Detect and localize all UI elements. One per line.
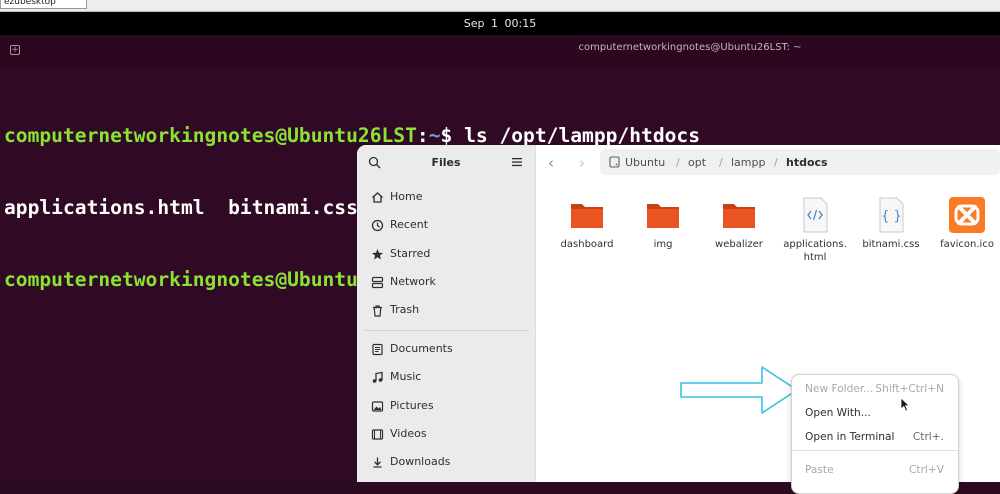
files-title: Files (431, 156, 461, 169)
file-item-label: bitnami.css (862, 239, 920, 250)
menu-item-open-in-terminal[interactable]: Open in Terminal Ctrl+. (792, 426, 958, 450)
path-segment-htdocs[interactable]: htdocs (786, 156, 828, 169)
sidebar-item-label: Network (390, 275, 436, 288)
sidebar-item-label: Documents (390, 342, 453, 355)
path-separator: / (676, 156, 680, 169)
sidebar-header: Files (357, 145, 535, 179)
menu-item-shortcut: Shift+Ctrl+N (875, 383, 944, 395)
folder-icon (647, 204, 679, 228)
host-window-strip: ezubesktop (0, 0, 1000, 12)
path-segment-ubuntu[interactable]: Ubuntu (625, 156, 665, 169)
sidebar-item-documents[interactable]: Documents (363, 336, 529, 363)
sidebar-item-home[interactable]: Home (363, 184, 529, 211)
sidebar-item-label: Trash (390, 303, 420, 316)
drive-icon (609, 156, 620, 168)
sidebar-item-downloads[interactable]: Downloads (363, 449, 529, 476)
mouse-pointer-icon (900, 397, 910, 412)
host-tab[interactable]: ezubesktop (0, 0, 87, 9)
menu-item-shortcut: Ctrl+V (909, 464, 944, 476)
file-item-label: favicon.ico (940, 239, 994, 250)
prompt-separator: : (416, 124, 429, 147)
pictures-icon (371, 401, 384, 412)
css-file-icon: { } (879, 197, 904, 233)
folder-icon (723, 204, 755, 228)
music-icon (372, 371, 383, 383)
menu-item-open-with[interactable]: Open With... (792, 402, 958, 426)
host-tab-label: ezubesktop (4, 0, 56, 7)
terminal-command: ls /opt/lampp/htdocs (464, 124, 701, 147)
context-menu: New Folder... Shift+Ctrl+N Open With... … (791, 374, 959, 494)
file-item-applications-html[interactable]: applications. html (778, 197, 852, 269)
menu-item-label: Open in Terminal (805, 431, 895, 443)
documents-icon (372, 343, 383, 356)
trash-icon (373, 305, 382, 317)
file-item-dashboard[interactable]: dashboard (550, 197, 624, 269)
sidebar-item-music[interactable]: Music (363, 364, 529, 391)
star-icon (372, 249, 383, 260)
prompt-dir: ~ (428, 124, 441, 147)
hamburger-menu-icon[interactable] (511, 156, 523, 168)
back-arrow-icon[interactable]: ‹ (548, 154, 554, 172)
sidebar-item-network[interactable]: Network (363, 269, 529, 296)
folder-icon (571, 204, 603, 228)
file-item-label: applications. html (783, 239, 847, 263)
recent-icon (371, 219, 384, 232)
path-header: ‹ › Ubuntu / opt / lampp / htdocs (535, 145, 1000, 179)
sidebar-item-trash[interactable]: Trash (363, 297, 529, 324)
sidebar-item-label: Home (390, 190, 423, 203)
sidebar-item-label: Pictures (390, 399, 434, 412)
file-item-label: img (653, 239, 673, 250)
sidebar-item-pictures[interactable]: Pictures (363, 393, 529, 420)
ubuntu-top-bar: Sep 1 00:15 (0, 12, 1000, 35)
prompt-user: computernetworkingnotes@Ubuntu26LST (4, 124, 417, 147)
svg-text:{ }: { } (881, 209, 902, 224)
path-separator: / (719, 156, 723, 169)
file-item-label: dashboard (560, 239, 614, 250)
file-item-webalizer[interactable]: webalizer (702, 197, 776, 269)
sidebar-item-starred[interactable]: Starred (363, 241, 529, 268)
menu-item-new-folder[interactable]: New Folder... Shift+Ctrl+N (792, 378, 958, 402)
menu-separator (792, 450, 958, 451)
annotation-arrow (680, 366, 798, 414)
sidebar-separator (363, 330, 529, 331)
sidebar-item-recent[interactable]: Recent (363, 212, 529, 239)
menu-item-shortcut: Ctrl+. (912, 431, 944, 443)
ls-entry: applications.html (4, 196, 205, 219)
menu-item-paste[interactable]: Paste Ctrl+V (792, 459, 958, 483)
forward-arrow-icon[interactable]: › (579, 154, 585, 172)
sidebar-item-label: Recent (390, 218, 429, 231)
videos-icon (371, 429, 384, 440)
sidebar-item-label: Starred (390, 247, 431, 260)
html-file-icon (803, 197, 828, 233)
path-bar[interactable]: Ubuntu / opt / lampp / htdocs (600, 149, 1000, 175)
file-item-label: webalizer (715, 239, 763, 250)
file-item-bitnami-css[interactable]: { } bitnami.css (854, 197, 928, 269)
ls-spacer (205, 196, 229, 219)
ls-entry: bitnami.css (228, 196, 358, 219)
file-item-favicon-ico[interactable]: favicon.ico (930, 197, 1000, 269)
home-icon (372, 192, 383, 203)
xampp-logo-icon (949, 197, 985, 233)
path-segment-opt[interactable]: opt (688, 156, 706, 169)
menu-item-label: New Folder... (805, 383, 874, 395)
network-icon (371, 276, 384, 289)
downloads-icon (373, 457, 382, 468)
file-item-img[interactable]: img (626, 197, 700, 269)
sidebar-item-label: Music (390, 370, 422, 383)
terminal-title: computernetworkingnotes@Ubuntu26LST: ~ (578, 42, 802, 53)
path-separator: / (774, 156, 778, 169)
menu-item-label: Paste (805, 464, 834, 476)
sidebar-item-label: Videos (390, 427, 427, 440)
path-segment-lampp[interactable]: lampp (731, 156, 765, 169)
clock[interactable]: Sep 1 00:15 (0, 12, 1000, 35)
files-sidebar: Files Home Recent Starred Network Trash … (357, 145, 536, 482)
sidebar-item-videos[interactable]: Videos (363, 421, 529, 448)
prompt-user: computernetworkingnotes@Ubuntu26LST (4, 268, 417, 291)
prompt-sign: $ (440, 124, 465, 147)
terminal-headerbar: + computernetworkingnotes@Ubuntu26LST: ~ (0, 35, 1000, 67)
sidebar-item-label: Downloads (390, 455, 451, 468)
menu-item-label: Open With... (805, 407, 871, 419)
